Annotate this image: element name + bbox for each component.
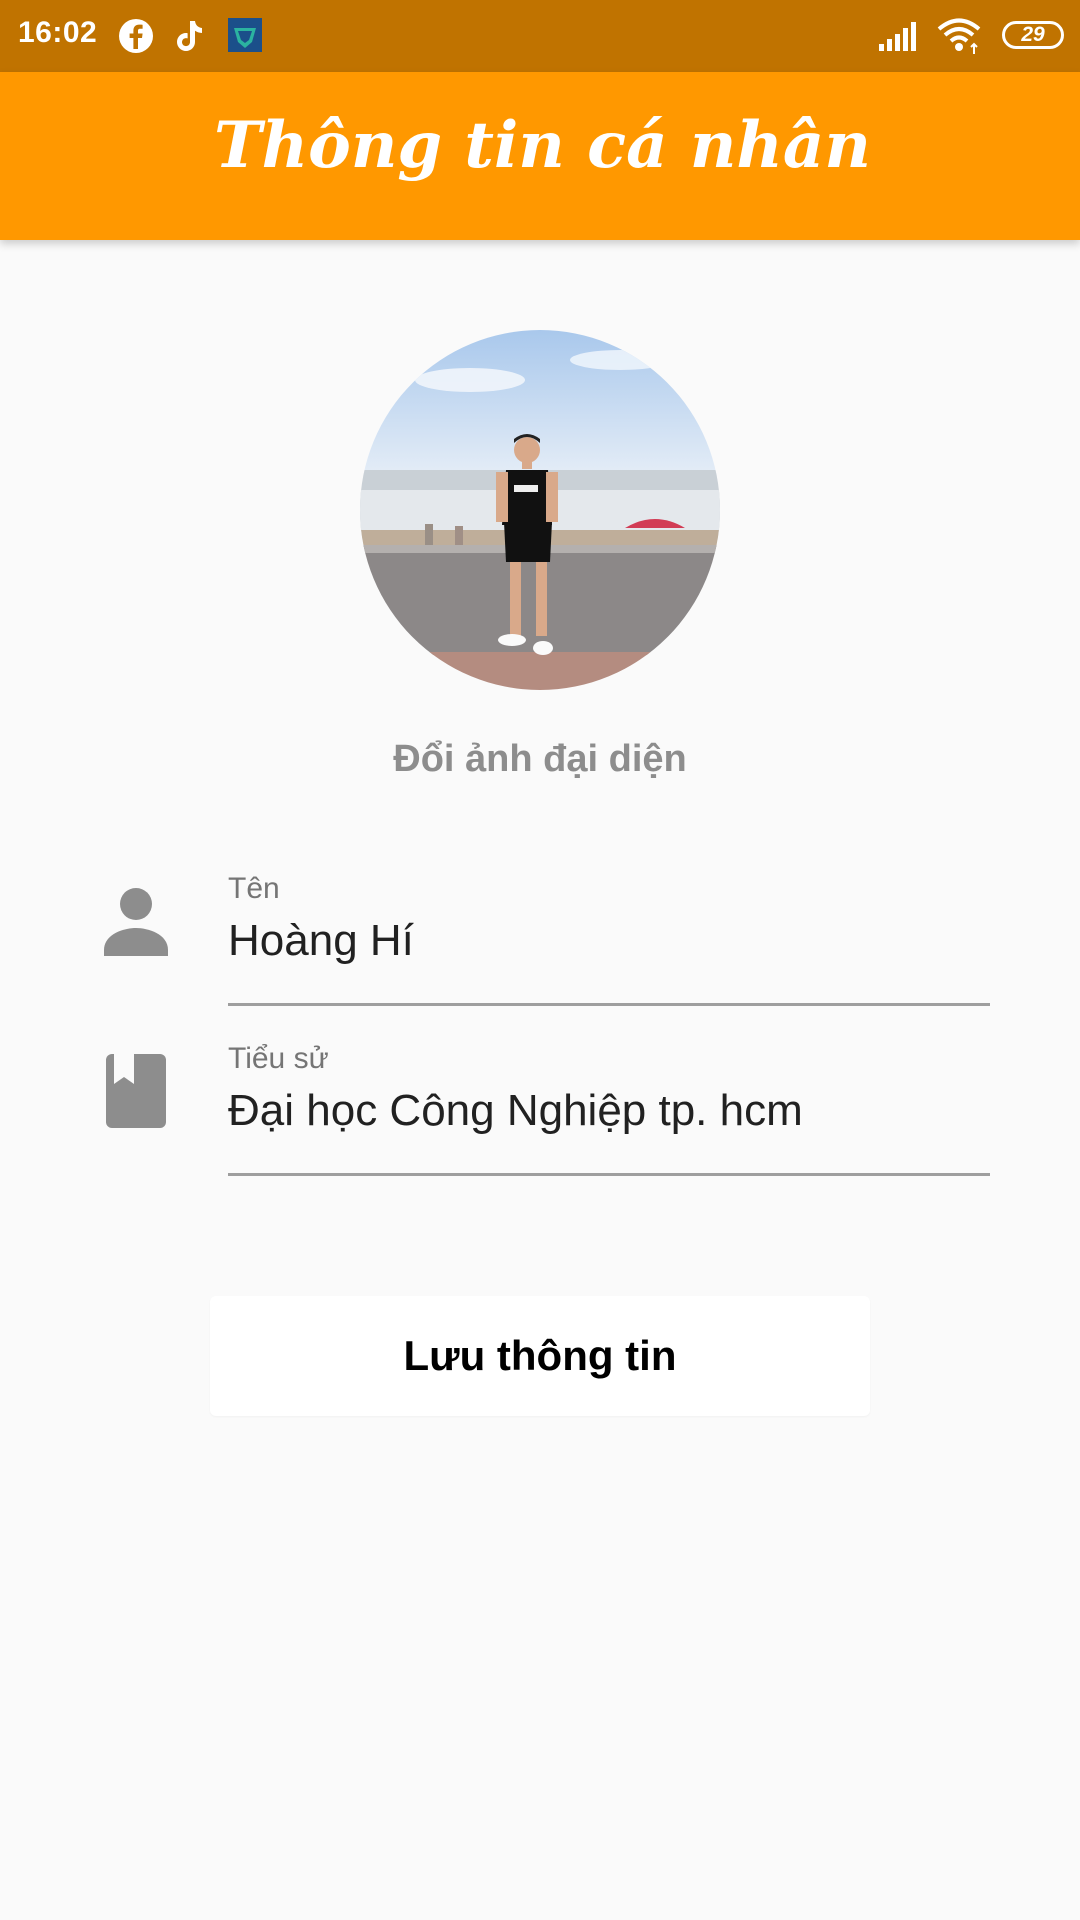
status-bar: 16:02 29 [0,0,1080,72]
signal-icon [879,22,916,51]
battery-level: 29 [1021,23,1045,46]
page-title: Thông tin cá nhân [214,108,871,183]
book-icon [106,1054,166,1128]
status-time: 16:02 [18,16,98,49]
name-field-label: Tên [228,872,280,905]
battery-icon: 29 [1002,21,1064,49]
app-bar: Thông tin cá nhân [0,72,1080,240]
app-notification-icon [228,18,262,52]
save-button[interactable]: Lưu thông tin [210,1296,870,1416]
avatar[interactable] [360,330,720,690]
bio-field-value[interactable]: Đại học Công Nghiệp tp. hcm [228,1086,803,1136]
facebook-icon [119,19,153,53]
bio-field-label: Tiểu sử [228,1042,329,1075]
name-field-value[interactable]: Hoàng Hí [228,916,414,966]
change-avatar-button[interactable]: Đổi ảnh đại diện [0,738,1080,781]
wifi-icon [937,18,981,54]
person-icon [104,888,168,956]
name-field[interactable]: Tên Hoàng Hí [228,856,990,1006]
avatar-photo [360,330,720,690]
bio-field[interactable]: Tiểu sử Đại học Công Nghiệp tp. hcm [228,1026,990,1176]
tiktok-icon [177,21,202,51]
